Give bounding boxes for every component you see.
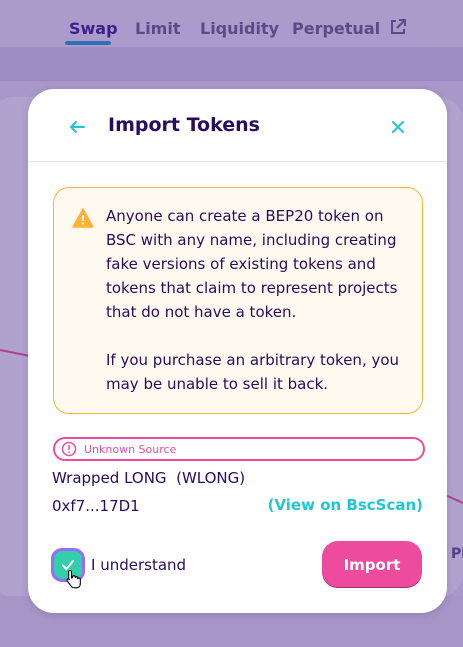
warning-paragraph-2: If you purchase an arbitrary token, you … — [106, 351, 400, 393]
i-understand-label[interactable]: I understand — [91, 556, 186, 574]
token-address: 0xf7...17D1 — [52, 497, 140, 515]
close-button[interactable] — [387, 116, 409, 138]
unknown-source-label: Unknown Source — [84, 442, 177, 456]
warning-message: Anyone can create a BEP20 token on BSC w… — [53, 187, 423, 414]
back-button[interactable] — [66, 116, 88, 138]
unknown-source-badge: Unknown Source — [53, 437, 425, 461]
import-button[interactable]: Import — [322, 541, 422, 588]
modal-title: Import Tokens — [108, 114, 260, 136]
warning-paragraph-1: Anyone can create a BEP20 token on BSC w… — [106, 207, 398, 321]
hand-pointer-icon — [66, 569, 81, 589]
import-tokens-modal: Import Tokens Anyone can create a BEP20 … — [28, 89, 447, 613]
alert-circle-icon — [61, 441, 77, 457]
arrow-left-icon — [70, 121, 85, 133]
view-on-bscscan-link[interactable]: (View on BscScan) — [268, 496, 423, 514]
warning-icon — [72, 208, 94, 228]
token-name: Wrapped LONG (WLONG) — [52, 469, 246, 487]
background-partial-text: Pl — [451, 546, 463, 562]
close-icon — [392, 121, 404, 133]
warning-text: Anyone can create a BEP20 token on BSC w… — [106, 204, 411, 396]
modal-header: Import Tokens — [28, 89, 447, 162]
